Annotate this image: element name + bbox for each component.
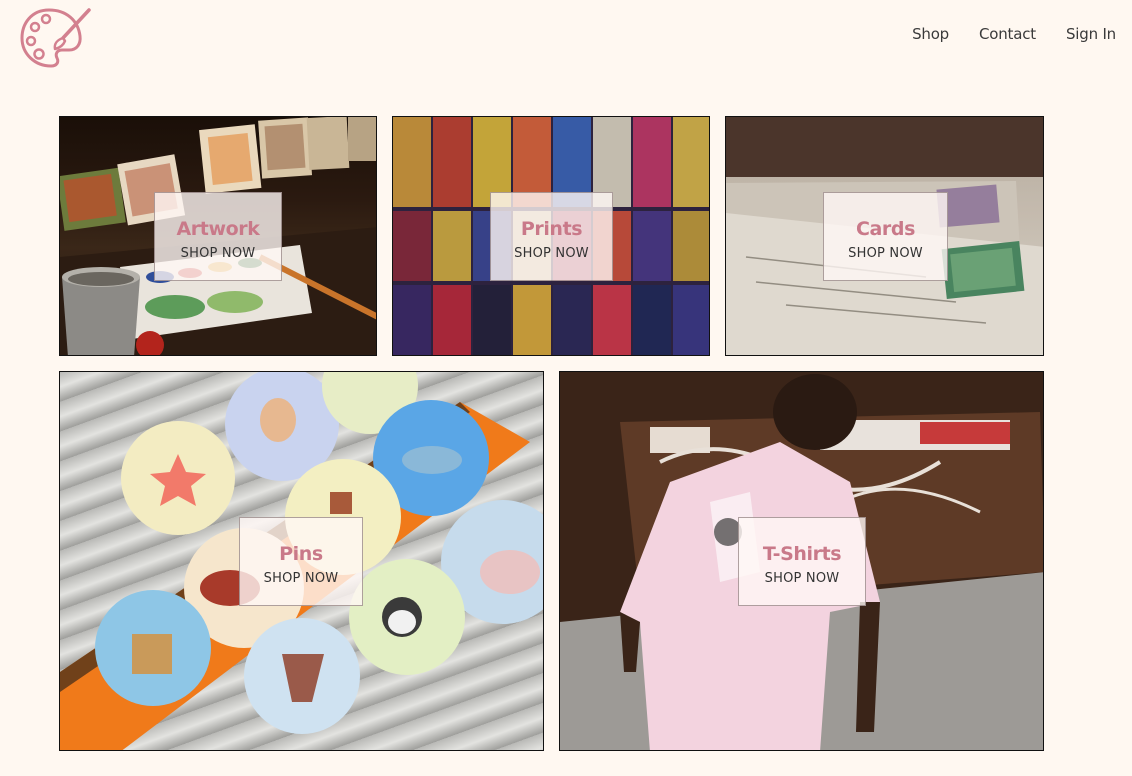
category-label-tshirts[interactable]: T-Shirts SHOP NOW xyxy=(738,517,866,606)
main-nav: Shop Contact Sign In xyxy=(912,25,1116,43)
category-title: Cards xyxy=(855,218,916,240)
nav-contact-link[interactable]: Contact xyxy=(979,25,1036,43)
shop-now-link[interactable]: SHOP NOW xyxy=(824,246,947,261)
category-title: Pins xyxy=(279,543,323,565)
category-label-cards[interactable]: Cards SHOP NOW xyxy=(823,192,948,281)
category-tile-tshirts[interactable]: T-Shirts SHOP NOW xyxy=(559,371,1044,751)
nav-sign-in-link[interactable]: Sign In xyxy=(1066,25,1116,43)
category-tile-artwork[interactable]: Artwork SHOP NOW xyxy=(59,116,377,356)
category-label-artwork[interactable]: Artwork SHOP NOW xyxy=(154,192,282,281)
category-label-prints[interactable]: Prints SHOP NOW xyxy=(490,192,613,281)
shop-now-link[interactable]: SHOP NOW xyxy=(739,571,865,586)
category-tile-cards[interactable]: Cards SHOP NOW xyxy=(725,116,1044,356)
shop-now-link[interactable]: SHOP NOW xyxy=(155,246,281,261)
logo-palette-icon[interactable] xyxy=(19,4,93,70)
nav-shop-link[interactable]: Shop xyxy=(912,25,949,43)
category-tile-pins[interactable]: Pins SHOP NOW xyxy=(59,371,544,751)
category-title: Artwork xyxy=(176,218,260,240)
category-label-pins[interactable]: Pins SHOP NOW xyxy=(239,517,363,606)
category-title: T-Shirts xyxy=(762,543,842,565)
category-tile-prints[interactable]: Prints SHOP NOW xyxy=(392,116,710,356)
shop-now-link[interactable]: SHOP NOW xyxy=(491,246,612,261)
category-title: Prints xyxy=(520,218,583,240)
shop-now-link[interactable]: SHOP NOW xyxy=(240,571,362,586)
